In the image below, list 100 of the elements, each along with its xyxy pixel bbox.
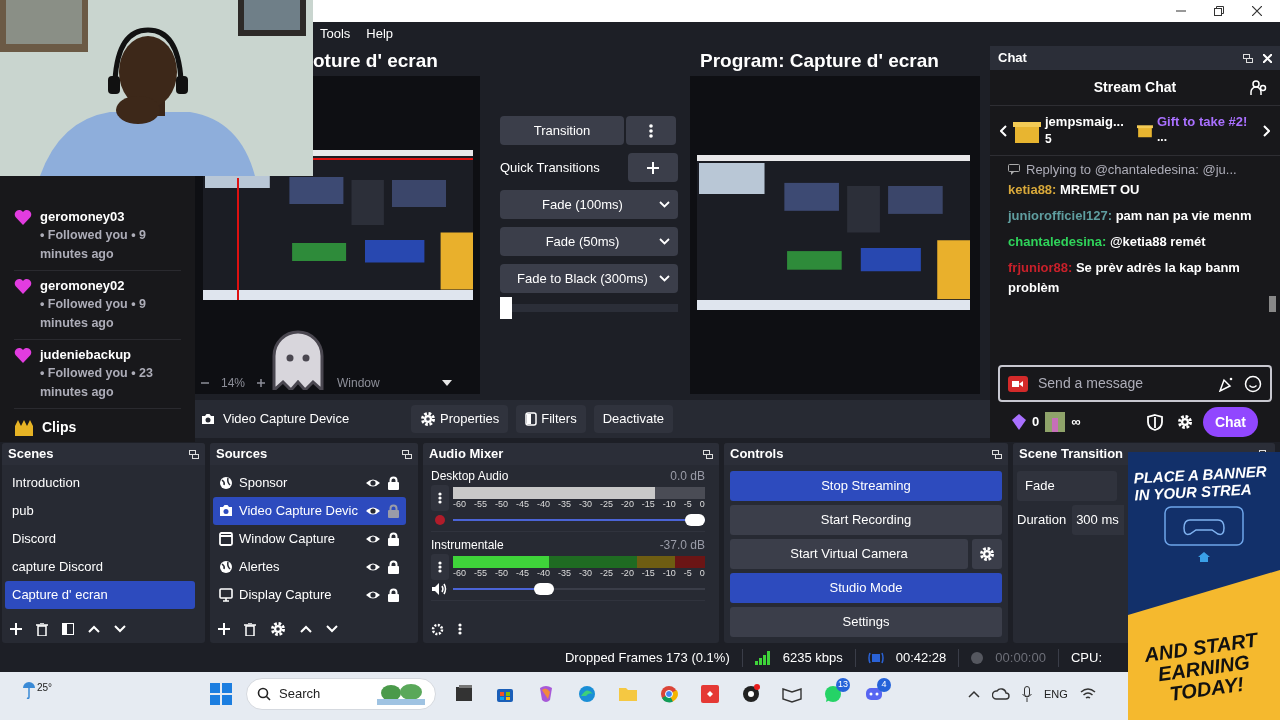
dropdown-icon[interactable] [441, 380, 452, 386]
message-field[interactable]: Send a message [998, 365, 1272, 402]
more-button[interactable] [626, 116, 676, 145]
settings-button[interactable] [972, 539, 1002, 569]
zoom-out-icon[interactable] [201, 379, 209, 387]
scene-item[interactable]: pub [5, 497, 195, 525]
search-field[interactable]: Search [246, 678, 436, 710]
control-button[interactable]: Stop Streaming [730, 471, 1002, 501]
close-icon[interactable] [1252, 6, 1262, 16]
restore-icon[interactable] [1214, 6, 1224, 16]
channel-menu-button[interactable] [431, 554, 449, 580]
user-name[interactable]: judeniebackup [40, 346, 180, 364]
control-button[interactable]: Start Recording [730, 505, 1002, 535]
chevron-up-icon[interactable] [968, 690, 980, 699]
scrollbar[interactable] [1269, 296, 1276, 312]
speaker-icon[interactable] [431, 582, 449, 596]
users-icon[interactable] [1250, 79, 1268, 96]
record-app-icon[interactable] [740, 684, 761, 704]
scene-item[interactable]: Capture d' ecran [5, 581, 195, 609]
view-mode[interactable]: Window [337, 374, 380, 392]
volume-slider[interactable] [453, 582, 705, 596]
float-icon[interactable] [189, 449, 199, 459]
menu-item[interactable]: Tools [320, 24, 351, 44]
source-item[interactable]: Sponsor [213, 469, 406, 497]
toolbar-button[interactable]: Deactivate [593, 405, 674, 433]
chrome-icon[interactable] [658, 684, 679, 704]
trash-icon[interactable] [36, 622, 48, 636]
channel-menu-button[interactable] [431, 485, 449, 511]
lock-icon[interactable] [387, 531, 400, 547]
windows-icon[interactable] [210, 683, 232, 705]
lock-icon[interactable] [387, 475, 400, 491]
filter-icon[interactable] [62, 623, 74, 635]
edge-icon[interactable] [576, 684, 597, 704]
transition-dropdown[interactable]: Fade to Black (300ms) [500, 264, 678, 293]
kebab-icon[interactable] [458, 623, 462, 635]
scale-label: -15 [641, 498, 655, 510]
globe-icon [219, 476, 233, 490]
eye-icon[interactable] [365, 477, 381, 489]
source-item[interactable]: Video Capture Devic [213, 497, 406, 525]
up-icon[interactable] [300, 625, 312, 633]
down-icon[interactable] [114, 625, 126, 633]
lock-icon[interactable] [387, 587, 400, 603]
field-label: Duration [1017, 511, 1067, 530]
chat-button[interactable]: Chat [1202, 407, 1258, 437]
transition-dropdown[interactable]: Fade (100ms) [500, 190, 678, 219]
microphone-icon[interactable] [1022, 686, 1032, 703]
toolbar-button[interactable]: Properties [411, 405, 509, 433]
add-icon[interactable] [10, 623, 22, 635]
add-button[interactable] [628, 153, 678, 182]
source-item[interactable]: Alertes [213, 553, 406, 581]
program-title: Program: Capture d' ecran [700, 48, 939, 73]
scene-item[interactable]: Discord [5, 525, 195, 553]
zoom-in-icon[interactable] [257, 379, 266, 387]
float-icon[interactable] [703, 449, 713, 459]
taskview-icon[interactable] [453, 684, 474, 704]
transition-dropdown[interactable]: Fade (50ms) [500, 227, 678, 256]
transition-button[interactable]: Transition [500, 116, 624, 145]
shield-icon[interactable] [1146, 413, 1163, 431]
float-icon[interactable] [402, 449, 412, 459]
user-name[interactable]: geromoney02 [40, 277, 180, 295]
add-icon[interactable] [218, 623, 230, 635]
emoji-icon[interactable] [1244, 374, 1262, 393]
slider-thumb[interactable] [685, 514, 705, 526]
scene-item[interactable]: Introduction [5, 469, 195, 497]
chevron-right-icon[interactable] [1263, 124, 1270, 137]
slider-thumb[interactable] [500, 297, 512, 319]
lock-icon[interactable] [387, 559, 400, 575]
duration-field[interactable]: 300 ms [1072, 505, 1125, 535]
tbar-slider[interactable] [500, 297, 678, 319]
source-item[interactable]: Window Capture [213, 525, 406, 553]
menu-item[interactable]: Help [366, 24, 394, 44]
user-name[interactable]: geromoney03 [40, 208, 180, 226]
eye-icon[interactable] [365, 533, 381, 545]
wifi-icon[interactable] [1079, 688, 1096, 701]
gear-icon[interactable] [431, 622, 444, 636]
gear-icon[interactable] [270, 621, 286, 637]
transition-select[interactable]: Fade [1017, 471, 1117, 501]
slider-thumb[interactable] [534, 583, 555, 595]
gear-icon[interactable] [1176, 414, 1193, 430]
float-icon[interactable] [992, 449, 1002, 459]
scene-item[interactable]: capture Discord [5, 553, 195, 581]
control-button[interactable]: Start Virtual Camera [730, 539, 968, 569]
eye-icon[interactable] [365, 505, 381, 517]
control-button[interactable]: Settings [730, 607, 1002, 637]
up-icon[interactable] [88, 625, 100, 633]
trash-icon[interactable] [244, 622, 256, 636]
source-item[interactable]: Display Capture [213, 581, 406, 609]
chevron-left-icon[interactable] [1000, 124, 1007, 137]
heart-icon [14, 209, 32, 225]
diamond-app-icon[interactable] [699, 684, 720, 704]
control-button[interactable]: Studio Mode [730, 573, 1002, 603]
volume-slider[interactable] [453, 513, 705, 527]
eye-icon[interactable] [365, 589, 381, 601]
float-icon[interactable] [1243, 53, 1253, 63]
down-icon[interactable] [326, 625, 338, 633]
scale-label: -30 [578, 498, 592, 510]
eye-icon[interactable] [365, 561, 381, 573]
language-indicator[interactable]: ENG [1044, 686, 1068, 703]
cloud-icon[interactable] [992, 687, 1010, 702]
toolbar-button[interactable]: Filters [516, 405, 586, 433]
